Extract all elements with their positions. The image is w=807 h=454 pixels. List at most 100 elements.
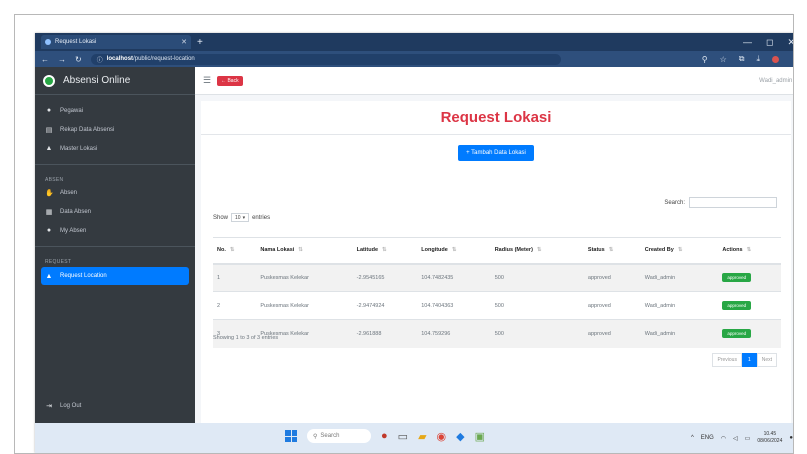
pagination-next[interactable]: Next <box>756 353 777 367</box>
wifi-icon[interactable]: ◠ <box>721 435 726 442</box>
sidebar-item-label: Absen <box>60 189 78 196</box>
col-header-latitude[interactable]: Latitude ⇅ <box>352 237 418 265</box>
menu-dots-icon[interactable]: ⋮ <box>791 55 793 64</box>
chrome-icon[interactable]: ◉ <box>437 430 447 443</box>
reload-icon[interactable]: ↻ <box>75 55 82 64</box>
back-button[interactable]: ← Back <box>217 75 243 86</box>
table-icon: ▦ <box>45 208 53 216</box>
clock-time: 10.45 <box>763 431 777 437</box>
col-header-status[interactable]: Status ⇅ <box>583 237 641 265</box>
url-input[interactable]: ⓘ localhost /public/request-location <box>90 53 561 65</box>
sidebar-item-absen[interactable]: ✋ Absen <box>35 183 195 202</box>
widgets-icon[interactable]: ● <box>381 430 388 442</box>
brand[interactable]: Absensi Online <box>35 67 195 95</box>
logout-icon: ⇥ <box>46 402 52 410</box>
sidebar-item-label: Pegawai <box>60 107 84 114</box>
cell-status: approved <box>583 291 641 320</box>
address-bar: ← → ↻ ⓘ localhost /public/request-locati… <box>35 51 793 67</box>
pagination-previous[interactable]: Previous <box>712 353 742 367</box>
approved-button[interactable]: approved <box>722 273 752 283</box>
sort-icon: ⇅ <box>298 247 303 254</box>
users-icon: ▲ <box>45 145 53 152</box>
col-header-nama[interactable]: Nama Lokasi ⇅ <box>256 237 353 265</box>
sort-icon: ⇅ <box>451 247 457 254</box>
sidebar-item-master-lokasi[interactable]: ▲ Master Lokasi <box>35 139 195 158</box>
clock-date: 08/06/2024 <box>757 438 783 444</box>
extensions-icon[interactable]: ⧉ <box>739 54 745 64</box>
store-icon[interactable]: ▣ <box>475 430 485 443</box>
sidebar-item-logout[interactable]: ⇥ Log Out <box>35 396 81 415</box>
entries-length: Show 10 ▾ entries <box>213 213 270 222</box>
profile-icon[interactable] <box>772 55 779 63</box>
col-header-longitude[interactable]: Longitude ⇅ <box>417 237 491 265</box>
site-info-icon[interactable]: ⓘ <box>97 55 103 64</box>
location-pin-icon: ▲ <box>45 272 53 280</box>
sidebar-section-absen: ABSEN <box>45 177 64 183</box>
back-button-label: Back <box>227 77 239 84</box>
sort-icon: ⇅ <box>746 247 752 254</box>
notification-icon[interactable]: ● <box>789 435 793 441</box>
add-location-button[interactable]: + Tambah Data Lokasi <box>458 145 534 161</box>
tab-close-icon[interactable]: ✕ <box>181 38 187 46</box>
col-header-actions[interactable]: Actions ⇅ <box>718 237 781 265</box>
cell-radius: 500 <box>490 319 584 348</box>
cell-no: 1 <box>213 263 257 292</box>
sidebar-item-rekap[interactable]: ▤ Rekap Data Absensi <box>35 120 195 139</box>
approved-button[interactable]: approved <box>722 301 752 310</box>
cell-nama: Puskesmas Kelekar <box>256 319 353 348</box>
col-header-no[interactable]: No. ⇅ <box>213 237 257 265</box>
hand-icon: ✋ <box>45 189 54 197</box>
sidebar-section-request: REQUEST <box>45 259 72 265</box>
user-menu[interactable]: Wadi_admin ▾ <box>759 77 793 84</box>
tab-bar: Request Lokasi ✕ + — ◻ ✕ <box>35 33 793 51</box>
location-icon[interactable]: ⚲ <box>702 55 708 64</box>
maximize-icon[interactable]: ◻ <box>766 37 773 48</box>
entries-select[interactable]: 10 ▾ <box>231 213 250 222</box>
cell-actions: approved <box>718 291 781 320</box>
pagination-page-1[interactable]: 1 <box>741 353 757 367</box>
back-arrow-icon[interactable]: ← <box>41 55 49 64</box>
sidebar-item-label: Master Lokasi <box>60 145 98 152</box>
taskbar-search-input[interactable]: ⚲ Search <box>307 429 371 443</box>
new-tab-icon[interactable]: + <box>197 37 203 48</box>
close-window-icon[interactable]: ✕ <box>787 37 793 48</box>
taskbar-search-placeholder: Search <box>320 433 340 439</box>
sidebar-item-label: Request Location <box>60 273 107 279</box>
sort-icon: ⇅ <box>536 247 542 254</box>
title-divider <box>201 134 791 135</box>
tray-up-icon[interactable]: ^ <box>691 435 694 441</box>
sort-icon: ⇅ <box>608 247 614 254</box>
taskbar: ⚲ Search ● ▭ ▰ ◉ ◆ ▣ ^ ENG ◠ ◁ ▭ 10.45 0… <box>35 423 793 453</box>
forward-arrow-icon[interactable]: → <box>58 55 66 64</box>
vscode-icon[interactable]: ◆ <box>456 430 464 443</box>
volume-icon[interactable]: ◁ <box>733 435 738 442</box>
search-input[interactable] <box>689 197 777 208</box>
cell-no: 3 <box>213 319 257 348</box>
col-header-radius[interactable]: Radius (Meter) ⇅ <box>490 237 584 265</box>
col-header-created-by[interactable]: Created By ⇅ <box>640 237 719 265</box>
browser-tab[interactable]: Request Lokasi ✕ <box>41 35 191 49</box>
lang-indicator[interactable]: ENG <box>701 435 714 441</box>
cell-status: approved <box>583 263 641 292</box>
user-icon: ● <box>46 227 52 234</box>
bookmark-star-icon[interactable]: ☆ <box>720 55 727 64</box>
task-view-icon[interactable]: ▭ <box>398 430 408 443</box>
approved-button[interactable]: approved <box>722 329 752 339</box>
window-controls: — ◻ ✕ <box>743 37 793 48</box>
battery-icon[interactable]: ▭ <box>745 435 751 442</box>
sidebar-item-request-location[interactable]: ▲ Request Location <box>41 267 189 285</box>
hamburger-menu-icon[interactable]: ☰ <box>203 75 211 86</box>
file-icon: ▤ <box>45 126 53 134</box>
download-icon[interactable]: ⤓ <box>756 54 760 64</box>
sort-icon: ⇅ <box>677 247 683 254</box>
user-icon: ● <box>46 107 52 114</box>
sidebar-item-pegawai[interactable]: ● Pegawai <box>35 101 195 120</box>
sidebar-item-my-absen[interactable]: ● My Absen <box>35 221 195 240</box>
windows-start-icon[interactable] <box>285 430 297 442</box>
taskbar-center: ⚲ Search ● ▭ ▰ ◉ ◆ ▣ <box>285 429 485 443</box>
minimize-icon[interactable]: — <box>743 37 752 48</box>
file-explorer-icon[interactable]: ▰ <box>418 430 426 443</box>
sidebar-item-data-absen[interactable]: ▦ Data Absen <box>35 202 195 221</box>
clock[interactable]: 10.45 08/06/2024 <box>757 431 782 445</box>
table-info: Showing 1 to 3 of 3 entries <box>213 335 279 341</box>
